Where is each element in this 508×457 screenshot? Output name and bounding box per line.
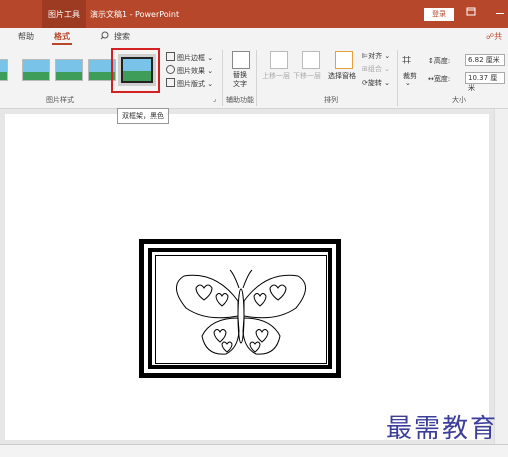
selection-pane-button[interactable]: 选择窗格 — [328, 71, 356, 81]
tab-help[interactable]: 帮助 — [18, 31, 34, 42]
tab-search[interactable]: 搜索 — [114, 31, 130, 42]
selection-pane-icon — [335, 51, 353, 69]
login-button[interactable]: 登录 — [424, 8, 454, 21]
rotate-label: 旋转 — [367, 79, 382, 87]
picture-style-thumbnail[interactable] — [22, 59, 50, 81]
picture-border-label: 图片边框 — [177, 54, 205, 62]
selection-highlight — [111, 48, 160, 93]
share-icon: ☍ — [486, 32, 495, 41]
send-backward-icon — [302, 51, 320, 69]
height-input[interactable]: 6.82 厘米 — [465, 54, 505, 66]
tab-format[interactable]: 格式 — [54, 31, 70, 42]
picture-style-thumbnail[interactable] — [0, 59, 8, 81]
style-tooltip: 双框架，黑色 — [117, 108, 169, 124]
picture-border-icon — [166, 52, 175, 61]
send-backward-button[interactable]: 下移一层 — [293, 71, 321, 81]
align-button[interactable]: ⊫对齐 ⌄ — [362, 51, 390, 61]
active-tab-indicator — [52, 43, 72, 45]
picture-layout-button[interactable]: 图片版式 ⌄ — [166, 78, 213, 89]
document-title: 演示文稿1 - PowerPoint — [90, 10, 180, 19]
crop-icon: ⌗ — [402, 50, 412, 69]
share-button[interactable]: ☍共 — [486, 31, 502, 42]
restore-icon[interactable] — [466, 7, 476, 19]
picture-effects-icon — [166, 65, 175, 74]
group-label: 组合 — [367, 65, 382, 73]
framed-picture[interactable] — [139, 239, 341, 378]
ribbon-group-labels: 图片样式 ⌟ 辅助功能 排列 大小 — [0, 94, 508, 108]
butterfly-icon — [176, 269, 306, 355]
status-bar — [0, 444, 508, 457]
dialog-launcher-icon[interactable]: ⌟ — [213, 95, 216, 103]
share-label: 共 — [494, 32, 503, 41]
picture-effects-label: 图片效果 — [177, 67, 205, 75]
picture-layout-label: 图片版式 — [177, 80, 205, 88]
width-label: ↔宽度: — [428, 75, 451, 83]
minimize-icon[interactable] — [496, 13, 504, 14]
picture-effects-button[interactable]: 图片效果 ⌄ — [166, 65, 213, 76]
frame-inner-border — [148, 248, 332, 369]
alt-text-icon — [232, 51, 250, 69]
frame-mat — [144, 244, 336, 373]
butterfly-image — [155, 255, 327, 364]
ribbon-tabs: 帮助 格式 搜索 ☍共 — [0, 28, 508, 46]
watermark-logo: 最需教育 — [386, 414, 499, 444]
height-label: ↕高度: — [428, 57, 451, 65]
picture-border-button[interactable]: 图片边框 ⌄ — [166, 52, 213, 63]
picture-styles-group-label: 图片样式 — [46, 96, 74, 104]
bring-forward-icon — [270, 51, 288, 69]
rotate-button[interactable]: ⟳旋转 ⌄ — [362, 78, 390, 88]
arrange-group-label: 排列 — [324, 96, 338, 104]
bring-forward-button[interactable]: 上移一层 — [262, 71, 290, 81]
group-button[interactable]: ⊞组合 ⌄ — [362, 64, 390, 74]
width-input[interactable]: 10.37 厘米 — [465, 72, 505, 92]
picture-tools-tab[interactable]: 图片工具 — [42, 0, 86, 28]
crop-dropdown-icon[interactable]: ⌄ — [405, 79, 411, 87]
search-icon[interactable] — [100, 31, 109, 42]
picture-layout-icon — [166, 78, 175, 87]
title-bar: 图片工具 演示文稿1 - PowerPoint 登录 — [0, 0, 508, 28]
accessibility-group-label: 辅助功能 — [226, 96, 254, 104]
size-group-label: 大小 — [452, 96, 466, 104]
vertical-scrollbar[interactable] — [494, 109, 508, 444]
align-label: 对齐 — [368, 52, 383, 60]
alt-text-button-line2[interactable]: 文字 — [233, 79, 247, 89]
picture-style-thumbnail[interactable] — [55, 59, 83, 81]
